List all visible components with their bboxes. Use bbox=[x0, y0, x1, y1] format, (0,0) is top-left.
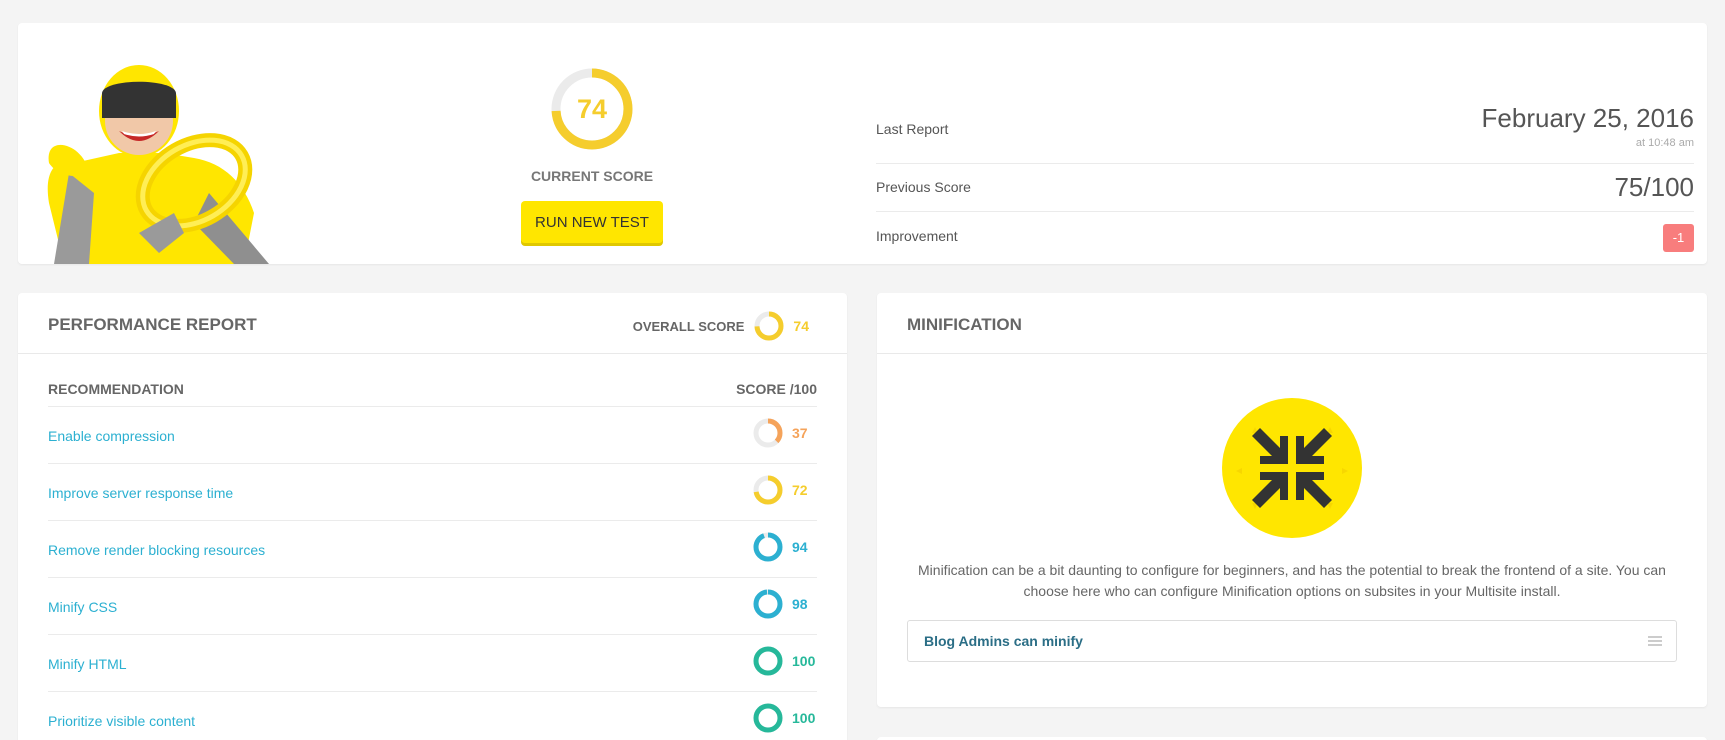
row-score: 100 bbox=[753, 703, 817, 733]
recommendation-link[interactable]: Minify HTML bbox=[48, 656, 127, 672]
minify-arrows-icon bbox=[1222, 398, 1362, 538]
minify-permission-select[interactable]: Blog Admins can minify bbox=[907, 620, 1677, 662]
last-report-label: Last Report bbox=[876, 121, 949, 137]
recommendation-rows: Enable compression 37 Improve server respo… bbox=[48, 407, 817, 740]
row-score-gauge bbox=[753, 646, 783, 676]
row-score-value: 72 bbox=[792, 482, 808, 498]
row-score: 72 bbox=[753, 475, 817, 505]
overall-score-value: 74 bbox=[793, 318, 809, 334]
previous-score-value: 75/100 bbox=[1614, 172, 1694, 202]
recommendation-link[interactable]: Improve server response time bbox=[48, 485, 233, 501]
recommendation-link[interactable]: Minify CSS bbox=[48, 599, 117, 615]
row-score-value: 98 bbox=[792, 596, 808, 612]
row-score: 98 bbox=[753, 589, 817, 619]
current-score-gauge: 74 bbox=[550, 67, 634, 151]
row-score: 94 bbox=[753, 532, 817, 562]
improvement-row: Improvement -1 bbox=[876, 212, 1694, 262]
column-recommendation: RECOMMENDATION bbox=[48, 381, 184, 397]
table-row: Minify CSS 98 bbox=[48, 578, 817, 635]
improvement-badge: -1 bbox=[1663, 224, 1694, 252]
table-row: Prioritize visible content 100 bbox=[48, 692, 817, 740]
run-new-test-button[interactable]: RUN NEW TEST bbox=[521, 201, 663, 243]
row-score-gauge bbox=[753, 589, 783, 619]
minification-description: Minification can be a bit daunting to co… bbox=[918, 562, 1666, 599]
table-row: Improve server response time 72 bbox=[48, 464, 817, 521]
minification-header: MINIFICATION bbox=[877, 293, 1707, 354]
row-score-gauge bbox=[753, 475, 783, 505]
minification-panel: MINIFICATION Minification can be a bit d… bbox=[877, 293, 1707, 707]
minification-title: MINIFICATION bbox=[907, 315, 1022, 334]
report-stats: Last Report February 25, 2016 at 10:48 a… bbox=[876, 81, 1694, 262]
recommendation-link[interactable]: Enable compression bbox=[48, 428, 175, 444]
row-score-value: 100 bbox=[792, 653, 816, 669]
recommendation-link[interactable]: Prioritize visible content bbox=[48, 713, 195, 729]
row-score-value: 37 bbox=[792, 425, 808, 441]
performance-report-title: PERFORMANCE REPORT bbox=[48, 315, 257, 334]
performance-report-header: PERFORMANCE REPORT OVERALL SCORE 74 bbox=[18, 293, 847, 354]
last-report-time: at 10:48 am bbox=[1635, 137, 1694, 149]
overall-score-gauge bbox=[754, 311, 784, 341]
row-score: 37 bbox=[753, 418, 817, 448]
minify-permission-value: Blog Admins can minify bbox=[924, 633, 1083, 649]
recommendation-table: RECOMMENDATION SCORE /100 Enable compres… bbox=[48, 377, 817, 740]
current-score-label: CURRENT SCORE bbox=[530, 168, 654, 184]
overall-score: OVERALL SCORE 74 bbox=[633, 311, 809, 341]
recommendation-link[interactable]: Remove render blocking resources bbox=[48, 542, 265, 558]
previous-score-row: Previous Score 75/100 bbox=[876, 164, 1694, 212]
improvement-label: Improvement bbox=[876, 228, 958, 244]
row-score-value: 94 bbox=[792, 539, 808, 555]
current-score-value: 74 bbox=[576, 94, 608, 124]
current-score-block: 74 CURRENT SCORE RUN NEW TEST bbox=[488, 67, 696, 243]
mascot-illustration bbox=[47, 65, 269, 264]
drag-handle-icon bbox=[1648, 636, 1662, 646]
row-score-value: 100 bbox=[792, 710, 816, 726]
table-row: Enable compression 37 bbox=[48, 407, 817, 464]
table-row: Minify HTML 100 bbox=[48, 635, 817, 692]
row-score-gauge bbox=[753, 418, 783, 448]
row-score-gauge bbox=[753, 532, 783, 562]
last-report-date: February 25, 2016 bbox=[1481, 103, 1694, 133]
previous-score-label: Previous Score bbox=[876, 179, 971, 195]
column-score: SCORE /100 bbox=[736, 381, 817, 397]
table-row: Remove render blocking resources 94 bbox=[48, 521, 817, 578]
overall-score-label: OVERALL SCORE bbox=[632, 318, 745, 334]
summary-box: 74 CURRENT SCORE RUN NEW TEST Last Repor… bbox=[18, 23, 1707, 264]
last-report-row: Last Report February 25, 2016 at 10:48 a… bbox=[876, 81, 1694, 164]
table-header: RECOMMENDATION SCORE /100 bbox=[48, 377, 817, 407]
row-score-gauge bbox=[753, 703, 783, 733]
performance-report-panel: PERFORMANCE REPORT OVERALL SCORE 74 RECO… bbox=[18, 293, 847, 740]
row-score: 100 bbox=[753, 646, 817, 676]
